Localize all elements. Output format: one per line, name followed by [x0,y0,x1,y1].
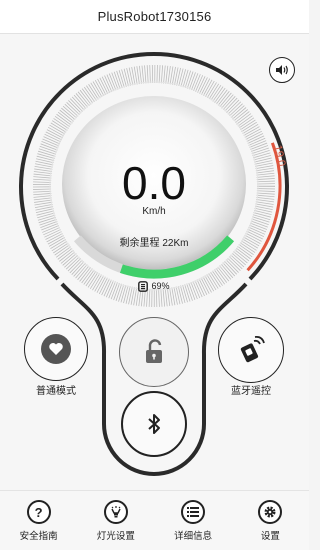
mode-button[interactable] [24,317,88,381]
device-title: PlusRobot1730156 [97,9,212,24]
remote-control-icon [240,335,265,363]
dashboard: 0.0 Km/h 剩余里程 22Km 19.0 69% 普通模式 蓝牙遥控 [0,34,309,490]
app-header: PlusRobot1730156 [0,0,309,34]
list-icon [181,500,206,524]
lock-button[interactable] [119,317,189,387]
battery-indicator: 69% [128,279,180,293]
bluetooth-icon [148,414,160,434]
heart-icon [49,343,63,355]
nav-light-settings[interactable]: 灯光设置 [77,491,154,550]
question-icon: ? [26,500,51,524]
unlock-icon [146,339,162,363]
nav-label: 灯光设置 [96,531,135,542]
battery-percent: 69% [151,281,170,291]
nav-label: 安全指南 [19,531,58,542]
mode-label: 普通模式 [36,386,76,397]
nav-label: 详细信息 [174,531,213,542]
sound-button[interactable] [269,57,295,83]
nav-settings[interactable]: 设置 [232,491,309,550]
remote-control-label: 蓝牙遥控 [231,386,271,397]
battery-icon [138,280,149,292]
nav-details[interactable]: 详细信息 [155,491,232,550]
speed-unit: Km/h [142,206,166,217]
gear-icon [258,500,283,524]
bottom-nav: ? 安全指南 灯光设置 详细信息 设置 [0,490,309,550]
light-icon [103,500,128,524]
nav-label: 设置 [260,531,280,542]
remaining-range: 剩余里程 22Km [119,238,189,249]
nav-safety-guide[interactable]: ? 安全指南 [0,491,77,550]
bluetooth-button[interactable] [121,391,187,457]
speed-value: 0.0 [122,157,186,209]
remote-control-button[interactable] [218,317,284,383]
speaker-icon [276,65,288,75]
